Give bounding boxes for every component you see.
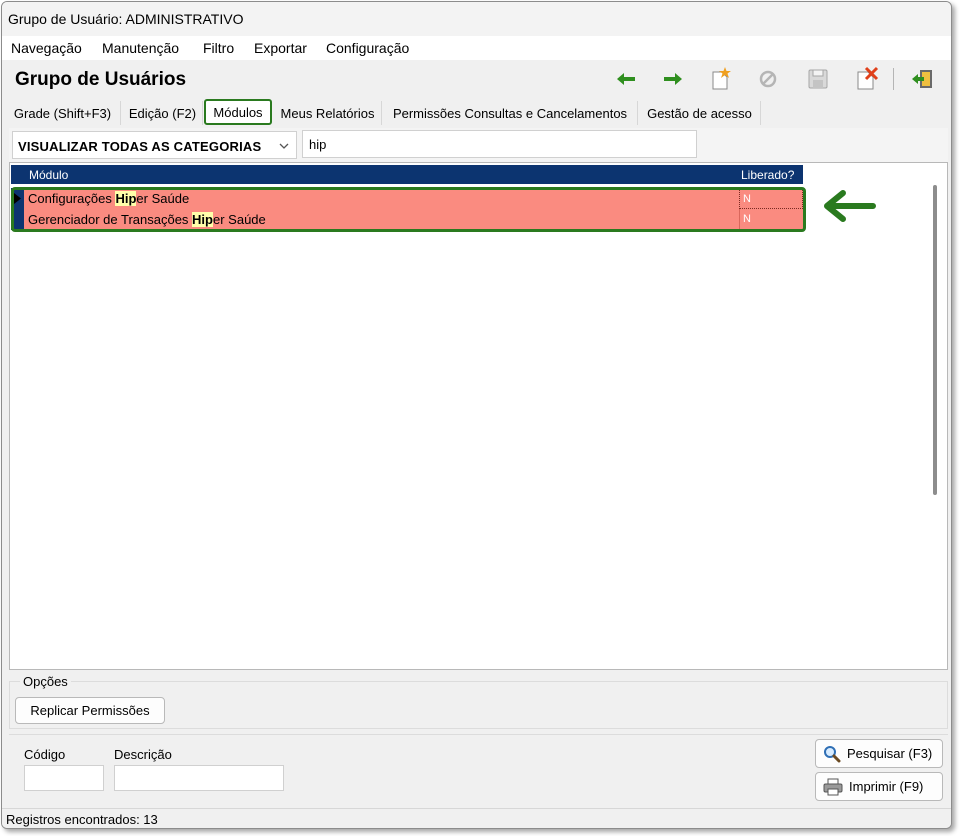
annotation-arrow-icon xyxy=(824,190,876,222)
search-button[interactable]: Pesquisar (F3) xyxy=(815,739,943,768)
tab-meus-relatorios[interactable]: Meus Relatórios xyxy=(274,101,382,125)
vertical-scrollbar[interactable] xyxy=(933,185,937,495)
print-button[interactable]: Imprimir (F9) xyxy=(815,772,943,801)
search-button-label: Pesquisar (F3) xyxy=(847,746,933,761)
tab-edicao[interactable]: Edição (F2) xyxy=(123,101,203,125)
tab-grade[interactable]: Grade (Shift+F3) xyxy=(5,101,121,125)
description-field[interactable] xyxy=(114,765,284,791)
app-window: Grupo de Usuário: ADMINISTRATIVO Navegaç… xyxy=(1,1,952,829)
arrow-left-icon[interactable] xyxy=(613,66,639,92)
page-header: Grupo de Usuários xyxy=(2,60,951,98)
options-legend: Opções xyxy=(20,674,71,689)
status-bar: Registros encontrados: 13 xyxy=(2,808,951,828)
delete-icon[interactable] xyxy=(853,66,879,92)
modules-grid: Módulo Liberado? Configurações Hiper Saú… xyxy=(9,162,948,670)
description-label: Descrição xyxy=(114,747,172,762)
search-input[interactable] xyxy=(302,130,697,158)
new-record-icon[interactable] xyxy=(707,66,733,92)
toolbar-separator xyxy=(893,68,894,90)
column-header-modulo[interactable]: Módulo xyxy=(29,168,68,182)
tab-strip: Grade (Shift+F3) Edição (F2) Módulos Meu… xyxy=(2,99,951,127)
menu-navegacao[interactable]: Navegação xyxy=(11,40,82,56)
category-select[interactable]: VISUALIZAR TODAS AS CATEGORIAS xyxy=(12,131,297,159)
options-group: Opções Replicar Permissões xyxy=(9,674,948,729)
menu-filtro[interactable]: Filtro xyxy=(203,40,234,56)
window-title: Grupo de Usuário: ADMINISTRATIVO xyxy=(8,11,244,27)
save-icon[interactable] xyxy=(805,66,831,92)
code-field[interactable] xyxy=(24,765,104,791)
menu-configuracao[interactable]: Configuração xyxy=(326,40,409,56)
code-label: Código xyxy=(24,747,66,762)
cancel-icon[interactable] xyxy=(755,66,781,92)
menu-bar: Navegação Manutenção Filtro Exportar Con… xyxy=(2,36,951,60)
column-header-liberado[interactable]: Liberado? xyxy=(741,168,794,182)
arrow-right-icon[interactable] xyxy=(660,66,686,92)
chevron-down-icon xyxy=(279,143,289,149)
title-bar: Grupo de Usuário: ADMINISTRATIVO xyxy=(2,2,951,36)
menu-exportar[interactable]: Exportar xyxy=(254,40,307,56)
magnifier-icon xyxy=(824,745,841,762)
replicate-permissions-button[interactable]: Replicar Permissões xyxy=(15,697,165,724)
print-button-label: Imprimir (F9) xyxy=(849,779,924,794)
search-panel: Código Descrição Pesquisar (F3) Imprimir… xyxy=(9,734,948,808)
category-select-value: VISUALIZAR TODAS AS CATEGORIAS xyxy=(18,139,262,154)
records-found-text: Registros encontrados: 13 xyxy=(6,812,158,827)
grid-header: Módulo Liberado? xyxy=(11,165,803,184)
tab-permissoes[interactable]: Permissões Consultas e Cancelamentos xyxy=(383,101,638,125)
tab-modulos[interactable]: Módulos xyxy=(204,99,272,125)
printer-icon xyxy=(823,778,843,795)
exit-icon[interactable] xyxy=(910,66,936,92)
tab-gestao-acesso[interactable]: Gestão de acesso xyxy=(639,101,761,125)
page-title: Grupo de Usuários xyxy=(15,69,187,90)
menu-manutencao[interactable]: Manutenção xyxy=(102,40,179,56)
highlight-outline xyxy=(11,187,806,232)
filter-bar: VISUALIZAR TODAS AS CATEGORIAS xyxy=(9,128,948,162)
